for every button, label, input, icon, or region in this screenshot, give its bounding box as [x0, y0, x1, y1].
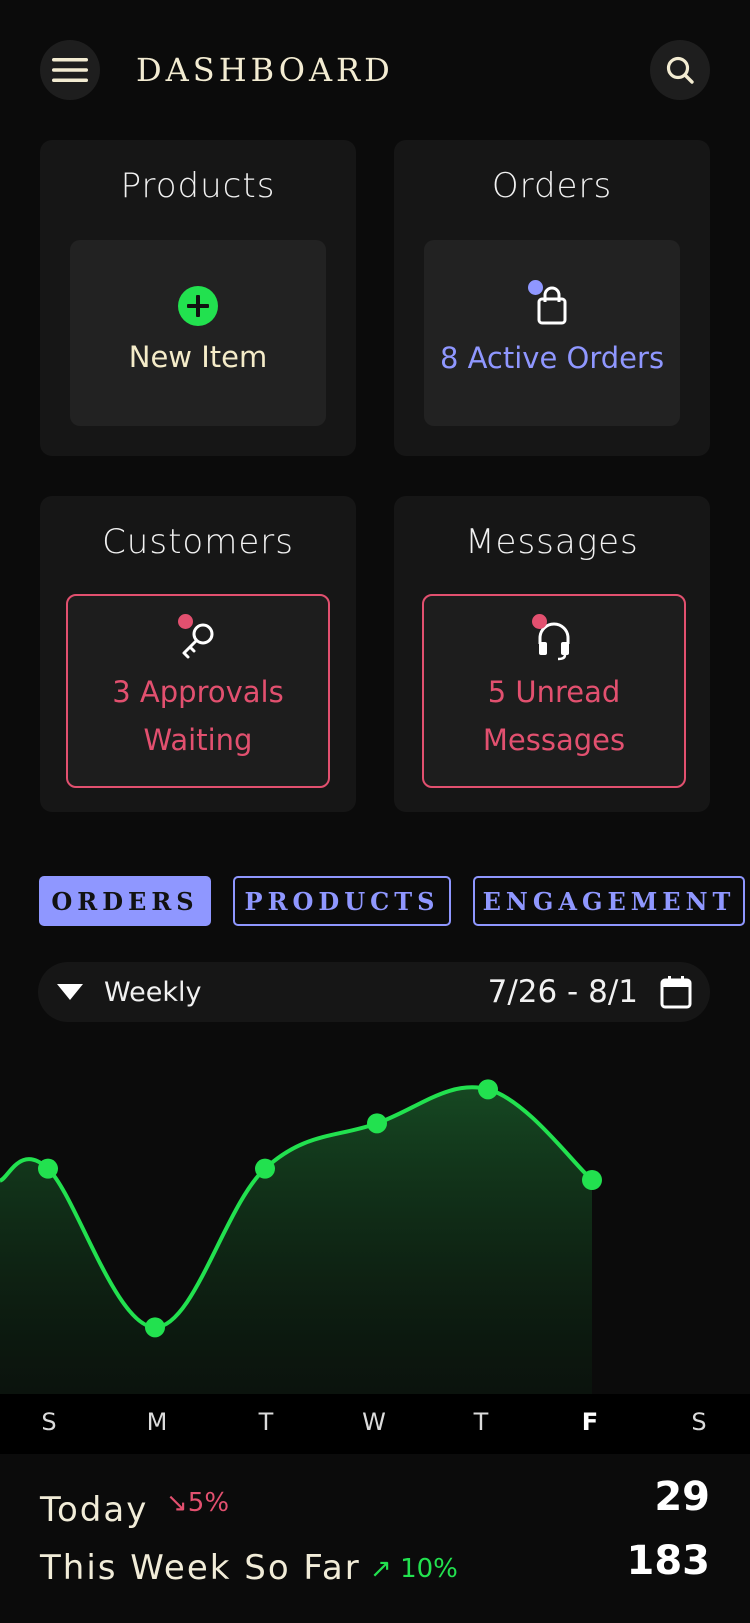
- orders-card-title: Orders: [491, 166, 613, 206]
- plus-circle-icon: [178, 286, 218, 326]
- chart-point[interactable]: [145, 1317, 165, 1338]
- today-value: 29: [654, 1474, 710, 1520]
- notification-dot: [532, 614, 547, 629]
- chart-point[interactable]: [478, 1079, 498, 1100]
- date-range-picker[interactable]: 7/26 - 8/1: [488, 962, 692, 1022]
- key-icon: [176, 614, 220, 662]
- approvals-waiting-label: 3 Approvals Waiting: [112, 668, 283, 764]
- unread-messages-text: Messages: [482, 723, 626, 757]
- chart-point[interactable]: [38, 1158, 58, 1179]
- active-orders-label: 8 Active Orders: [439, 341, 665, 375]
- unread-count-text: 5 Unread: [487, 675, 621, 709]
- trend-up-icon: ↗: [370, 1554, 392, 1584]
- today-change: ↘5%: [166, 1488, 229, 1518]
- new-item-button[interactable]: New Item: [70, 240, 326, 426]
- shopping-bag-icon: [528, 280, 574, 328]
- day-label: M: [146, 1408, 168, 1436]
- week-value: 183: [626, 1538, 711, 1584]
- day-label: W: [362, 1408, 386, 1436]
- tab-engagement[interactable]: ENGAGEMENT: [473, 876, 745, 926]
- approvals-waiting-button[interactable]: 3 Approvals Waiting: [66, 594, 330, 788]
- messages-card: Messages 5 Unread Messages: [394, 496, 710, 812]
- approvals-waiting-text: Waiting: [143, 723, 253, 757]
- date-range-label: 7/26 - 8/1: [487, 974, 638, 1010]
- unread-messages-label: 5 Unread Messages: [483, 668, 625, 764]
- day-label: S: [691, 1408, 707, 1436]
- tab-orders[interactable]: ORDERS: [39, 876, 211, 926]
- hamburger-icon: [52, 58, 88, 82]
- orders-area-chart: [0, 1079, 602, 1394]
- customers-card: Customers 3 Approvals Waiting: [40, 496, 356, 812]
- period-dropdown[interactable]: Weekly: [56, 962, 201, 1022]
- week-change: ↗ 10%: [370, 1554, 458, 1584]
- active-orders-button[interactable]: 8 Active Orders: [424, 240, 680, 426]
- caret-down-icon: [57, 984, 83, 1000]
- day-label: S: [41, 1408, 57, 1436]
- chart-point[interactable]: [582, 1170, 602, 1190]
- notification-dot: [178, 614, 193, 629]
- messages-card-title: Messages: [465, 522, 639, 562]
- day-label: T: [258, 1408, 274, 1436]
- approvals-count-text: 3 Approvals: [112, 675, 284, 709]
- week-change-value: 10%: [400, 1554, 458, 1584]
- products-card-title: Products: [120, 166, 276, 206]
- orders-card: Orders 8 Active Orders: [394, 140, 710, 456]
- day-axis: S M T W T F S: [0, 1394, 750, 1454]
- day-label-current: F: [581, 1408, 599, 1436]
- page-title: DASHBOARD: [136, 51, 394, 89]
- unread-messages-button[interactable]: 5 Unread Messages: [422, 594, 686, 788]
- calendar-icon: [660, 976, 692, 1009]
- search-icon: [666, 56, 694, 84]
- customers-card-title: Customers: [102, 522, 294, 562]
- tab-products[interactable]: PRODUCTS: [233, 876, 451, 926]
- chart-point[interactable]: [255, 1158, 275, 1179]
- notification-dot: [528, 280, 543, 295]
- search-button[interactable]: [650, 40, 710, 100]
- menu-button[interactable]: [40, 40, 100, 100]
- trend-down-icon: ↘: [166, 1488, 188, 1518]
- chart-point[interactable]: [367, 1113, 387, 1134]
- headset-icon: [532, 614, 576, 662]
- week-label: This Week So Far: [40, 1548, 361, 1588]
- new-item-label: New Item: [128, 340, 268, 374]
- products-card: Products New Item: [40, 140, 356, 456]
- period-label: Weekly: [104, 976, 202, 1008]
- today-change-value: 5%: [187, 1488, 230, 1518]
- today-label: Today: [40, 1490, 149, 1530]
- day-label: T: [473, 1408, 489, 1436]
- range-selector: Weekly 7/26 - 8/1: [38, 962, 710, 1022]
